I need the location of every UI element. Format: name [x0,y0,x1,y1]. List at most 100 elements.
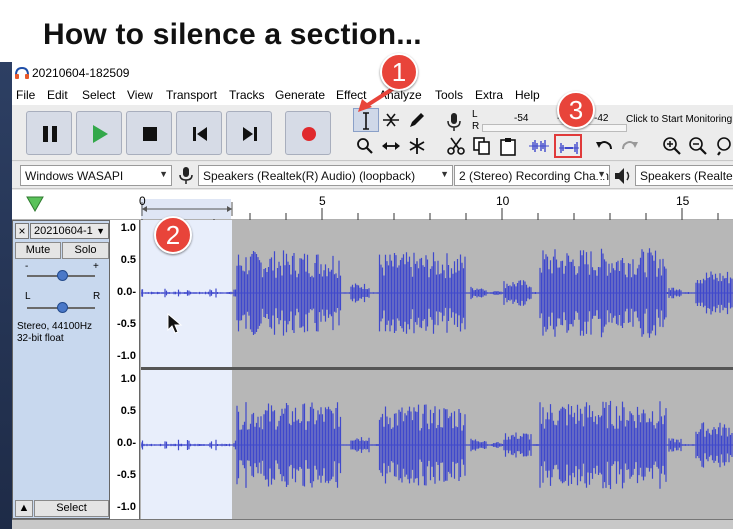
timeline-ruler[interactable]: 0 5 10 15 [12,190,733,220]
gain-minus-label: - [25,261,29,272]
waveform-display[interactable] [141,220,733,519]
device-toolbar: Windows WASAPI ▼ Speakers (Realtek(R) Au… [12,162,733,189]
microphone-icon[interactable] [444,111,464,133]
pan-right-label: R [93,291,101,302]
chevron-down-icon: ▼ [96,226,105,236]
recording-meter-bar[interactable] [482,124,627,132]
menu-transport[interactable]: Transport [166,88,217,102]
recording-channels-dropdown[interactable]: 2 (Stereo) Recording Channels ▼ [454,165,610,186]
solo-button[interactable]: Solo [62,242,109,259]
close-track-button[interactable]: × [15,223,29,239]
menu-file[interactable]: File [16,88,35,102]
vruler-bottom-0: 0.0- [117,437,136,449]
scissors-icon [447,137,465,155]
vertical-amplitude-ruler: 1.0 0.5 0.0- -0.5 -1.0 1.0 0.5 0.0- -0.5… [110,220,140,519]
vruler-top-0: 0.0- [117,286,136,298]
annotation-badge-3: 3 [557,91,595,129]
silence-audio-button[interactable] [554,134,582,158]
annotation-badge-1: 1 [380,53,418,91]
collapse-icon: ▲ [18,502,30,514]
select-track-button[interactable]: Select [34,500,109,517]
zoom-tool-button[interactable] [353,134,379,158]
meter-left-label: L [472,109,478,120]
undo-icon [596,141,612,150]
copy-button[interactable] [470,134,496,158]
annotation-badge-2: 2 [154,216,192,254]
play-button[interactable] [76,111,122,155]
pause-icon [43,126,57,142]
skip-start-button[interactable] [176,111,222,155]
menu-edit[interactable]: Edit [47,88,68,102]
silence-audio-icon [559,142,579,154]
meter-right-label: R [472,121,480,132]
zoom-fit-icon [717,137,731,156]
trim-audio-button[interactable] [526,134,552,158]
selection-bracket[interactable] [141,202,233,216]
track-name-button[interactable]: 20210604-1 ▼ [30,223,109,239]
mouse-cursor-icon [167,313,183,334]
pan-left-label: L [25,291,31,302]
track-area: × 20210604-1 ▼ Mute Solo - + L R Stereo,… [12,220,733,529]
mute-button[interactable]: Mute [15,242,61,259]
skip-end-icon [243,127,257,141]
asterisk-icon [409,138,425,154]
menu-tracks[interactable]: Tracks [229,88,265,102]
stop-icon [143,127,157,141]
track-control-panel: × 20210604-1 ▼ Mute Solo - + L R Stereo,… [12,220,110,519]
page-heading: How to silence a section... [43,18,422,51]
zoom-in-button[interactable] [660,134,686,158]
menu-generate[interactable]: Generate [275,88,325,102]
time-shift-tool-button[interactable] [379,134,405,158]
magnifier-icon [357,138,373,154]
ruler-label-10: 10 [496,194,510,208]
draw-tool-button[interactable] [405,108,431,132]
track-bitdepth-info: 32-bit float [17,333,64,344]
microphone-icon [179,167,193,184]
vruler-bottom-1: 1.0 [120,373,136,385]
trim-audio-icon [529,140,549,152]
playback-device-dropdown[interactable]: Speakers (Realtek(R) Audio) [635,165,733,186]
pan-slider-thumb[interactable] [57,302,68,313]
menu-extra[interactable]: Extra [475,88,503,102]
paste-button[interactable] [496,134,522,158]
pencil-icon [410,113,424,127]
ruler-label-15: 15 [676,194,690,208]
menu-tools[interactable]: Tools [435,88,463,102]
menu-view[interactable]: View [127,88,153,102]
audacity-window: 20210604-182509 File Edit Select View Tr… [12,62,733,529]
channel-divider [141,367,733,370]
zoom-out-button[interactable] [686,134,712,158]
vruler-bottom-m1: -1.0 [117,501,136,513]
ruler-label-0: 0 [139,194,146,208]
menu-select[interactable]: Select [82,88,115,102]
stop-button[interactable] [126,111,172,155]
desktop-edge [0,62,12,529]
fit-selection-button[interactable] [712,134,733,158]
screenshot-root: How to silence a section... 20210604-182… [0,0,733,529]
vruler-top-m1: -1.0 [117,350,136,362]
clipboard-icon [500,138,516,156]
ruler-label-5: 5 [319,194,326,208]
collapse-track-button[interactable]: ▲ [15,500,33,517]
speaker-icon [615,168,630,184]
start-monitoring-text[interactable]: Click to Start Monitoring [626,114,732,125]
track-name: 20210604-1 [34,225,93,237]
recording-device-dropdown[interactable]: Speakers (Realtek(R) Audio) (loopback) ▼ [198,165,453,186]
gain-slider-thumb[interactable] [57,270,68,281]
record-button[interactable] [285,111,331,155]
cut-button[interactable] [444,134,470,158]
empty-track-space[interactable] [12,519,733,529]
redo-button[interactable] [618,134,644,158]
menu-help[interactable]: Help [515,88,540,102]
window-title: 20210604-182509 [32,66,130,80]
audio-host-value: Windows WASAPI [25,169,124,183]
audacity-icon [15,66,29,79]
multi-tool-button[interactable] [405,134,431,158]
pause-button[interactable] [26,111,72,155]
gain-plus-label: + [93,261,99,272]
undo-button[interactable] [592,134,618,158]
skip-end-button[interactable] [226,111,272,155]
audio-host-dropdown[interactable]: Windows WASAPI ▼ [20,165,172,186]
meter-tick-42: -42 [594,113,609,124]
title-bar: 20210604-182509 [12,62,733,86]
